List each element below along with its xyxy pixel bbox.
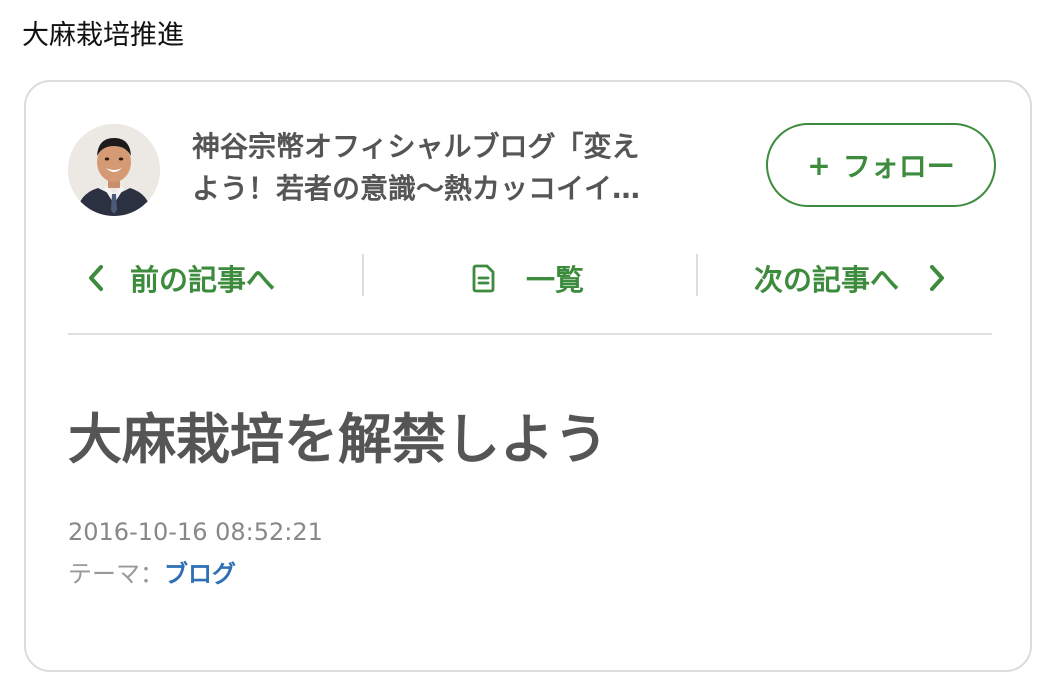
prev-article-label: 前の記事へ [130,263,276,297]
plus-icon: + [807,148,831,182]
chevron-right-icon [930,265,945,291]
nav-separator [362,254,364,296]
article-theme: テーマ： ブログ [68,556,236,592]
follow-button[interactable]: + フォロー [766,123,996,207]
avatar-portrait-icon [68,124,160,216]
avatar[interactable] [68,124,160,216]
blog-title[interactable]: 神谷宗幣オフィシャルブログ「変え よう！若者の意識〜熱カッコイイ… [192,126,742,210]
caption-text: 大麻栽培推進 [22,20,184,51]
theme-link[interactable]: ブログ [164,556,236,592]
next-article-label: 次の記事へ [754,263,900,297]
next-article-link[interactable]: 次の記事へ [754,246,947,310]
divider [68,333,992,335]
article-navigation: 前の記事へ 一覧 次の記事へ [68,246,992,310]
blog-article-card[interactable]: 神谷宗幣オフィシャルブログ「変え よう！若者の意識〜熱カッコイイ… + フォロー… [24,80,1032,672]
article-title[interactable]: 大麻栽培を解禁しよう [68,400,608,480]
article-list-link[interactable]: 一覧 [472,246,584,310]
nav-separator [696,254,698,296]
theme-label: テーマ： [68,560,164,588]
article-list-label: 一覧 [526,263,585,297]
blog-title-line-2: よう！若者の意識〜熱カッコイイ… [192,172,641,205]
blog-title-line-1: 神谷宗幣オフィシャルブログ「変え [192,130,640,163]
document-icon [472,264,495,293]
prev-article-link[interactable]: 前の記事へ [86,246,275,310]
chevron-left-icon [89,265,103,291]
article-date: 2016-10-16 08:52:21 [68,518,323,546]
follow-button-label: フォロー [842,150,955,183]
